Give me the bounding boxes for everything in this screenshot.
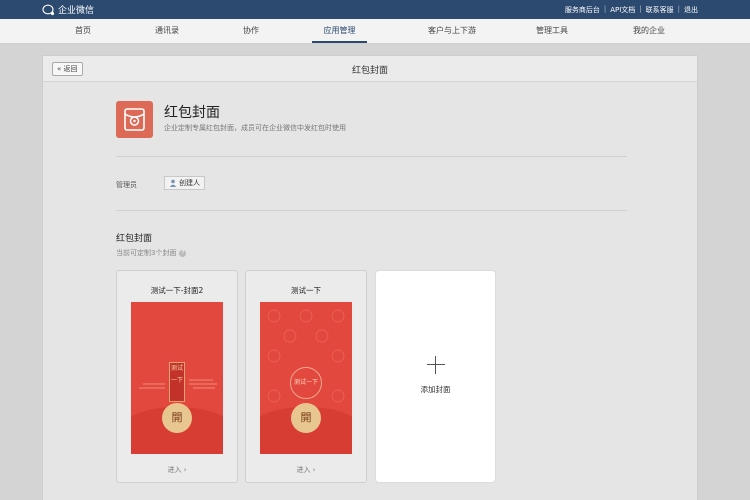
help-icon[interactable]: ?	[179, 249, 187, 257]
cover-card-title: 测试一下	[291, 286, 321, 295]
content-panel: « 返回 红包封面 红包封面 企业定制专属红包封面，成员可在企业微信中发红包时使…	[42, 55, 698, 500]
section-subtitle-text: 当前可定制3个封面	[116, 249, 177, 257]
link-logout[interactable]: 退出	[684, 5, 698, 15]
cover-card-title: 测试一下-封面2	[150, 286, 204, 295]
admin-chip-label: 创建人	[179, 178, 200, 187]
nav-contacts[interactable]: 通讯录	[144, 19, 190, 43]
divider	[116, 210, 627, 211]
nav-management-tools[interactable]: 管理工具	[527, 19, 577, 43]
link-contact-support[interactable]: 联系客服	[646, 5, 674, 15]
panel-header: « 返回 红包封面	[43, 56, 697, 82]
cover-seal-text: 测试一下	[290, 367, 322, 399]
admin-label: 管理员	[116, 181, 137, 189]
app-title: 红包封面	[164, 105, 220, 121]
divider: |	[677, 5, 680, 13]
cover-preview: 测试一下 開	[131, 302, 223, 454]
section-subtitle: 当前可定制3个封面 ?	[116, 248, 187, 258]
link-api-docs[interactable]: API文档	[610, 5, 635, 15]
open-button-icon: 開	[291, 403, 321, 433]
cover-card[interactable]: 测试一下 测试一下 開 进入 ›	[245, 270, 367, 483]
divider: |	[639, 5, 642, 13]
red-packet-app-icon	[116, 101, 153, 138]
add-cover-label: 添加封面	[420, 385, 451, 394]
main-nav: 首页 通讯录 协作 应用管理 客户与上下游 管理工具 我的企业	[0, 19, 750, 44]
divider	[116, 156, 627, 157]
nav-home[interactable]: 首页	[62, 19, 104, 43]
app-description: 企业定制专属红包封面，成员可在企业微信中发红包时使用	[164, 124, 346, 132]
link-service-provider[interactable]: 服务商后台	[565, 5, 600, 15]
red-packet-icon	[124, 108, 145, 131]
open-button-icon: 開	[162, 403, 192, 433]
admin-chip[interactable]: 创建人	[164, 176, 205, 190]
divider: |	[603, 5, 607, 13]
top-links: 服务商后台 | API文档 | 联系客服 | 退出	[565, 5, 698, 15]
nav-customers[interactable]: 客户与上下游	[414, 19, 490, 43]
nav-app-management[interactable]: 应用管理	[312, 19, 367, 43]
cover-preview: 测试一下 開	[260, 302, 352, 454]
logo[interactable]: 企业微信	[42, 3, 94, 16]
add-cover-card[interactable]: 添加封面	[375, 270, 496, 483]
nav-my-company[interactable]: 我的企业	[624, 19, 674, 43]
section-title: 红包封面	[116, 234, 153, 244]
nav-collaboration[interactable]: 协作	[232, 19, 270, 43]
enter-link[interactable]: 进入 ›	[117, 465, 237, 475]
panel-title: 红包封面	[351, 66, 388, 76]
plus-icon	[427, 356, 445, 374]
enter-link[interactable]: 进入 ›	[246, 465, 366, 475]
cover-banner-text: 测试一下	[169, 362, 185, 402]
cover-card[interactable]: 测试一下-封面2 测试一下 開 进入 ›	[116, 270, 238, 483]
top-bar: 企业微信 服务商后台 | API文档 | 联系客服 | 退出	[0, 0, 750, 19]
user-icon	[169, 179, 177, 187]
wecom-logo-icon	[42, 4, 55, 15]
logo-text: 企业微信	[58, 6, 95, 16]
